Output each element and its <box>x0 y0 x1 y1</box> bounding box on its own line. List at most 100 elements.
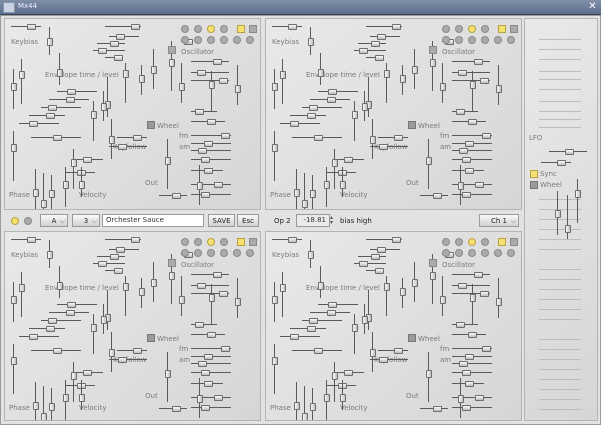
h-slider-26-handle[interactable] <box>461 405 471 411</box>
h-slider-20-handle[interactable] <box>220 346 230 352</box>
fixed-toggle[interactable] <box>510 25 518 33</box>
h-slider-0-handle[interactable] <box>27 237 37 243</box>
h-slider-3-handle[interactable] <box>109 41 119 47</box>
h-slider-27-handle[interactable] <box>171 406 181 412</box>
h-slider-25-handle[interactable] <box>475 395 485 401</box>
h-slider-22-handle[interactable] <box>458 148 468 154</box>
h-slider-20-handle[interactable] <box>481 133 491 139</box>
mode-led-2[interactable] <box>207 36 215 44</box>
v-slider-14-handle[interactable] <box>11 357 17 366</box>
h-slider-8-handle[interactable] <box>458 70 468 76</box>
h-slider-15-handle[interactable] <box>52 135 62 141</box>
v-slider-7-handle[interactable] <box>412 66 418 74</box>
v-slider-22-handle[interactable] <box>426 156 432 165</box>
v-slider-18-handle[interactable] <box>63 180 69 189</box>
h-slider-4-handle[interactable] <box>359 48 368 54</box>
h-slider-12-handle[interactable] <box>47 318 57 324</box>
fixed-toggle[interactable] <box>249 238 257 246</box>
h-slider-8-handle[interactable] <box>458 283 468 289</box>
mode-led-1[interactable] <box>194 249 202 257</box>
v-slider-17-handle[interactable] <box>310 403 316 411</box>
h-slider-4-handle[interactable] <box>359 261 368 267</box>
h-slider-20-handle[interactable] <box>481 346 491 352</box>
h-slider-11-handle[interactable] <box>65 97 75 103</box>
h-slider-1-handle[interactable] <box>392 237 402 243</box>
wheel-checkbox[interactable] <box>408 121 416 129</box>
lfo-wheel-checkbox[interactable] <box>530 181 538 189</box>
h-slider-19-handle[interactable] <box>468 332 478 338</box>
v-slider-21-handle[interactable] <box>109 136 115 144</box>
lfo-amount-handle[interactable] <box>575 190 581 199</box>
v-slider-13-handle[interactable] <box>101 316 107 324</box>
h-slider-27-handle[interactable] <box>432 406 442 412</box>
v-slider-9-handle[interactable] <box>440 83 446 92</box>
mode-led-2[interactable] <box>207 249 215 257</box>
ratio-toggle[interactable] <box>237 238 245 246</box>
v-slider-15-handle[interactable] <box>33 189 39 198</box>
v-slider-16-handle[interactable] <box>41 200 47 209</box>
v-slider-19-handle[interactable] <box>71 159 77 168</box>
h-slider-16-handle[interactable] <box>394 135 404 141</box>
wheel-checkbox[interactable] <box>408 334 416 342</box>
v-slider-5-handle[interactable] <box>123 69 129 78</box>
waveform-led-2[interactable] <box>207 25 215 33</box>
h-slider-4-handle[interactable] <box>98 48 107 54</box>
v-slider-1-handle[interactable] <box>280 283 286 292</box>
v-slider-12-handle[interactable] <box>91 111 97 120</box>
sync-checkbox[interactable] <box>530 170 538 178</box>
v-slider-3-handle[interactable] <box>57 281 63 290</box>
v-slider-21-handle[interactable] <box>370 349 376 357</box>
v-slider-13-handle[interactable] <box>362 103 368 111</box>
v-slider-19-handle[interactable] <box>332 372 338 381</box>
extra-toggle[interactable] <box>168 46 176 54</box>
mode-led-0[interactable] <box>442 36 450 44</box>
h-slider-2-handle[interactable] <box>115 247 125 253</box>
v-slider-10-handle[interactable] <box>470 294 476 303</box>
h-slider-17-handle[interactable] <box>379 357 389 363</box>
v-slider-12-handle[interactable] <box>352 111 358 120</box>
v-slider-0-handle[interactable] <box>11 82 17 91</box>
waveform-led-0[interactable] <box>181 238 189 246</box>
h-slider-14-handle[interactable] <box>289 121 299 127</box>
h-slider-18-handle[interactable] <box>455 322 465 328</box>
h-slider-11-handle[interactable] <box>326 310 336 316</box>
h-slider-0-handle[interactable] <box>27 24 37 30</box>
h-slider-23-handle[interactable] <box>461 370 471 376</box>
v-slider-8-handle[interactable] <box>169 271 175 280</box>
v-slider-16-handle[interactable] <box>302 413 308 420</box>
v-slider-22-handle[interactable] <box>165 156 171 165</box>
waveform-led-0[interactable] <box>442 238 450 246</box>
v-slider-11-handle[interactable] <box>496 298 502 307</box>
h-slider-1-handle[interactable] <box>131 237 141 243</box>
v-slider-17-handle[interactable] <box>310 190 316 198</box>
h-slider-19-handle[interactable] <box>207 119 217 125</box>
h-slider-21-handle[interactable] <box>465 141 475 147</box>
v-slider-15-handle[interactable] <box>294 189 300 198</box>
mode-led-1[interactable] <box>455 36 463 44</box>
h-slider-14-handle[interactable] <box>289 334 299 340</box>
v-slider-6-handle[interactable] <box>139 287 145 296</box>
mode-led-5[interactable] <box>507 249 515 257</box>
extra-toggle[interactable] <box>168 259 176 267</box>
waveform-led-1[interactable] <box>194 25 202 33</box>
v-slider-5-handle[interactable] <box>123 282 129 291</box>
h-slider-23-handle[interactable] <box>461 157 471 163</box>
h-slider-5-handle[interactable] <box>374 55 384 61</box>
h-slider-29-handle[interactable] <box>344 157 354 163</box>
h-slider-25-handle[interactable] <box>475 182 485 188</box>
v-slider-6-handle[interactable] <box>400 74 406 83</box>
h-slider-22-handle[interactable] <box>458 361 468 367</box>
h-slider-18-handle[interactable] <box>194 109 204 115</box>
v-slider-14-handle[interactable] <box>11 144 17 153</box>
h-slider-11-handle[interactable] <box>65 310 75 316</box>
h-slider-17-handle[interactable] <box>118 144 128 150</box>
mode-led-5[interactable] <box>246 249 254 257</box>
h-slider-27-handle[interactable] <box>432 193 442 199</box>
v-slider-9-handle[interactable] <box>179 83 185 92</box>
waveform-led-0[interactable] <box>181 25 189 33</box>
ratio-toggle[interactable] <box>237 25 245 33</box>
v-slider-23-handle[interactable] <box>197 182 203 190</box>
h-slider-1-handle[interactable] <box>131 24 141 30</box>
v-slider-7-handle[interactable] <box>151 279 157 287</box>
h-slider-13-handle[interactable] <box>307 113 317 119</box>
